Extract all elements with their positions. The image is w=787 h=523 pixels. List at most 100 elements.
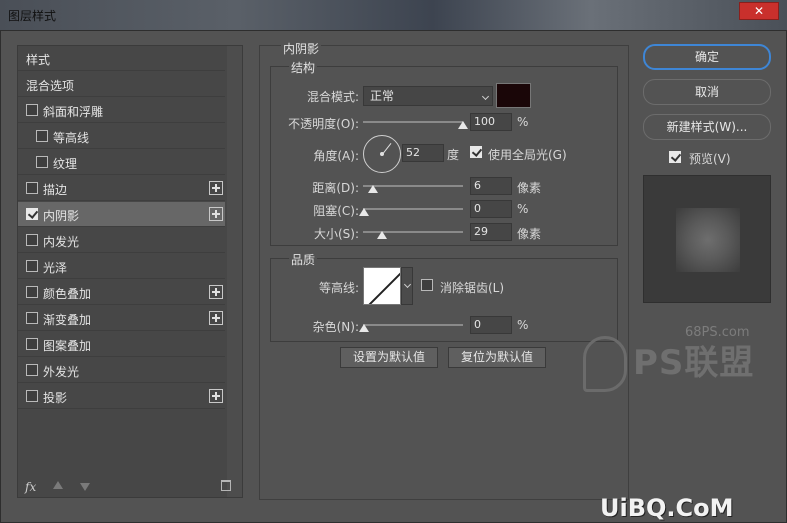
trash-icon[interactable] [221, 480, 231, 491]
style-list-checkbox[interactable] [26, 104, 38, 116]
angle-center-dot [380, 152, 384, 156]
style-list: 样式 混合选项斜面和浮雕等高线纹理描边内阴影内发光 光泽颜色叠加渐变叠加图案叠加外… [17, 45, 243, 498]
style-list-item[interactable]: 斜面和浮雕 [18, 98, 225, 123]
style-list-checkbox[interactable] [26, 364, 38, 376]
antialias-checkbox[interactable] [421, 279, 433, 291]
cancel-button[interactable]: 取消 [643, 79, 771, 105]
style-list-item[interactable]: 外发光 [18, 358, 225, 383]
title-bar[interactable]: 图层样式 ✕ [0, 0, 787, 30]
style-list-item[interactable]: 纹理 [18, 150, 225, 175]
style-list-item-label: 外发光 [43, 365, 80, 379]
distance-slider[interactable] [363, 185, 463, 187]
reset-default-button[interactable]: 复位为默认值 [448, 347, 546, 368]
style-list-item-label: 等高线 [53, 131, 90, 145]
choke-slider-thumb[interactable] [359, 208, 369, 216]
angle-label: 角度(A): [313, 149, 359, 163]
style-list-item-label: 斜面和浮雕 [43, 105, 104, 119]
style-list-item-label: 图案叠加 [43, 339, 92, 353]
opacity-label: 不透明度(O): [288, 117, 359, 131]
style-list-checkbox[interactable] [26, 208, 38, 220]
contour-dropdown[interactable] [401, 267, 413, 305]
style-list-checkbox[interactable] [26, 260, 38, 272]
style-list-item-label: 投影 [43, 391, 68, 405]
style-list-item[interactable]: 光泽 [18, 254, 225, 279]
add-instance-icon[interactable] [209, 311, 223, 325]
add-instance-icon[interactable] [209, 389, 223, 403]
style-list-checkbox[interactable] [26, 338, 38, 350]
style-list-item-label: 描边 [43, 183, 68, 197]
opacity-unit: % [517, 115, 529, 129]
global-light-label: 使用全局光(G) [488, 148, 567, 162]
set-default-button[interactable]: 设置为默认值 [340, 347, 438, 368]
style-list-item[interactable]: 内阴影 [18, 202, 225, 227]
layer-style-dialog: 样式 混合选项 斜面和浮雕 等高线 纹理 描边 内阴影 内发光 光泽 颜色叠加 渐变叠加 图案叠加外… [0, 30, 787, 523]
style-list-item[interactable]: 颜色叠加 [18, 280, 225, 305]
move-up-icon[interactable] [53, 481, 63, 489]
blend-mode-label: 混合模式: [306, 90, 359, 104]
style-list-item[interactable]: 内发光 [18, 228, 225, 253]
add-instance-icon[interactable] [209, 207, 223, 221]
add-instance-icon[interactable] [209, 181, 223, 195]
choke-label: 阻塞(C): [313, 204, 359, 218]
blend-mode-value: 正常 [370, 89, 395, 103]
new-style-button[interactable]: 新建样式(W)... [643, 114, 771, 140]
style-list-item[interactable]: 投影 [18, 384, 225, 409]
style-list-item[interactable]: 等高线 [18, 124, 225, 149]
choke-input[interactable]: 0 [470, 200, 512, 218]
antialias-label: 消除锯齿(L) [440, 281, 505, 295]
choke-unit: % [517, 202, 529, 216]
opacity-slider-thumb[interactable] [458, 121, 468, 129]
fx-icon[interactable]: fx [25, 480, 36, 494]
style-list-checkbox[interactable] [36, 156, 48, 168]
style-list-item-label: 混合选项 [26, 79, 75, 93]
style-list-checkbox[interactable] [26, 182, 38, 194]
close-button[interactable]: ✕ [739, 2, 779, 20]
move-down-icon[interactable] [80, 483, 90, 491]
style-list-item[interactable]: 图案叠加 [18, 332, 225, 357]
watermark-footer: UiBQ.CoM [600, 494, 734, 522]
distance-label: 距离(D): [312, 181, 359, 195]
blend-mode-select[interactable]: 正常 [363, 86, 493, 106]
style-list-item[interactable]: 渐变叠加 [18, 306, 225, 331]
add-instance-icon[interactable] [209, 285, 223, 299]
inner-shadow-panel: 内阴影 结构 混合模式: 正常 不透明度(O): 100 % 角度(A): 52… [259, 40, 629, 500]
distance-slider-thumb[interactable] [368, 185, 378, 193]
noise-label: 杂色(N): [312, 320, 359, 334]
style-list-checkbox[interactable] [26, 286, 38, 298]
noise-slider[interactable] [363, 324, 463, 326]
style-list-item[interactable]: 混合选项 [18, 72, 225, 97]
structure-group: 结构 混合模式: 正常 不透明度(O): 100 % 角度(A): 52 度 使… [270, 59, 618, 246]
angle-dial[interactable] [363, 135, 401, 173]
noise-input[interactable]: 0 [470, 316, 512, 334]
shadow-color-swatch[interactable] [496, 83, 531, 108]
style-list-toolbar: fx [17, 477, 231, 497]
style-list-checkbox[interactable] [36, 130, 48, 142]
section-title: 内阴影 [281, 40, 322, 57]
size-unit: 像素 [517, 227, 542, 241]
distance-unit: 像素 [517, 181, 542, 195]
size-label: 大小(S): [313, 227, 359, 241]
style-list-item-label: 颜色叠加 [43, 287, 92, 301]
distance-input[interactable]: 6 [470, 177, 512, 195]
angle-unit: 度 [447, 148, 460, 162]
style-list-header[interactable]: 样式 [18, 46, 225, 71]
contour-preview[interactable] [363, 267, 401, 305]
quality-group: 品质 等高线: 消除锯齿(L) 杂色(N): 0 % [270, 251, 618, 342]
style-list-checkbox[interactable] [26, 234, 38, 246]
preview-checkbox[interactable] [669, 151, 681, 163]
size-input[interactable]: 29 [470, 223, 512, 241]
style-list-scrollbar[interactable] [227, 46, 242, 497]
global-light-checkbox[interactable] [470, 146, 482, 158]
noise-slider-thumb[interactable] [359, 324, 369, 332]
style-list-checkbox[interactable] [26, 390, 38, 402]
opacity-slider[interactable] [363, 121, 463, 123]
choke-slider[interactable] [363, 208, 463, 210]
close-icon: ✕ [753, 4, 765, 18]
angle-input[interactable]: 52 [402, 144, 444, 162]
style-list-item[interactable]: 描边 [18, 176, 225, 201]
style-list-item-label: 内阴影 [43, 209, 80, 223]
style-list-checkbox[interactable] [26, 312, 38, 324]
ok-button[interactable]: 确定 [643, 44, 771, 70]
opacity-input[interactable]: 100 [470, 113, 512, 131]
size-slider-thumb[interactable] [377, 231, 387, 239]
